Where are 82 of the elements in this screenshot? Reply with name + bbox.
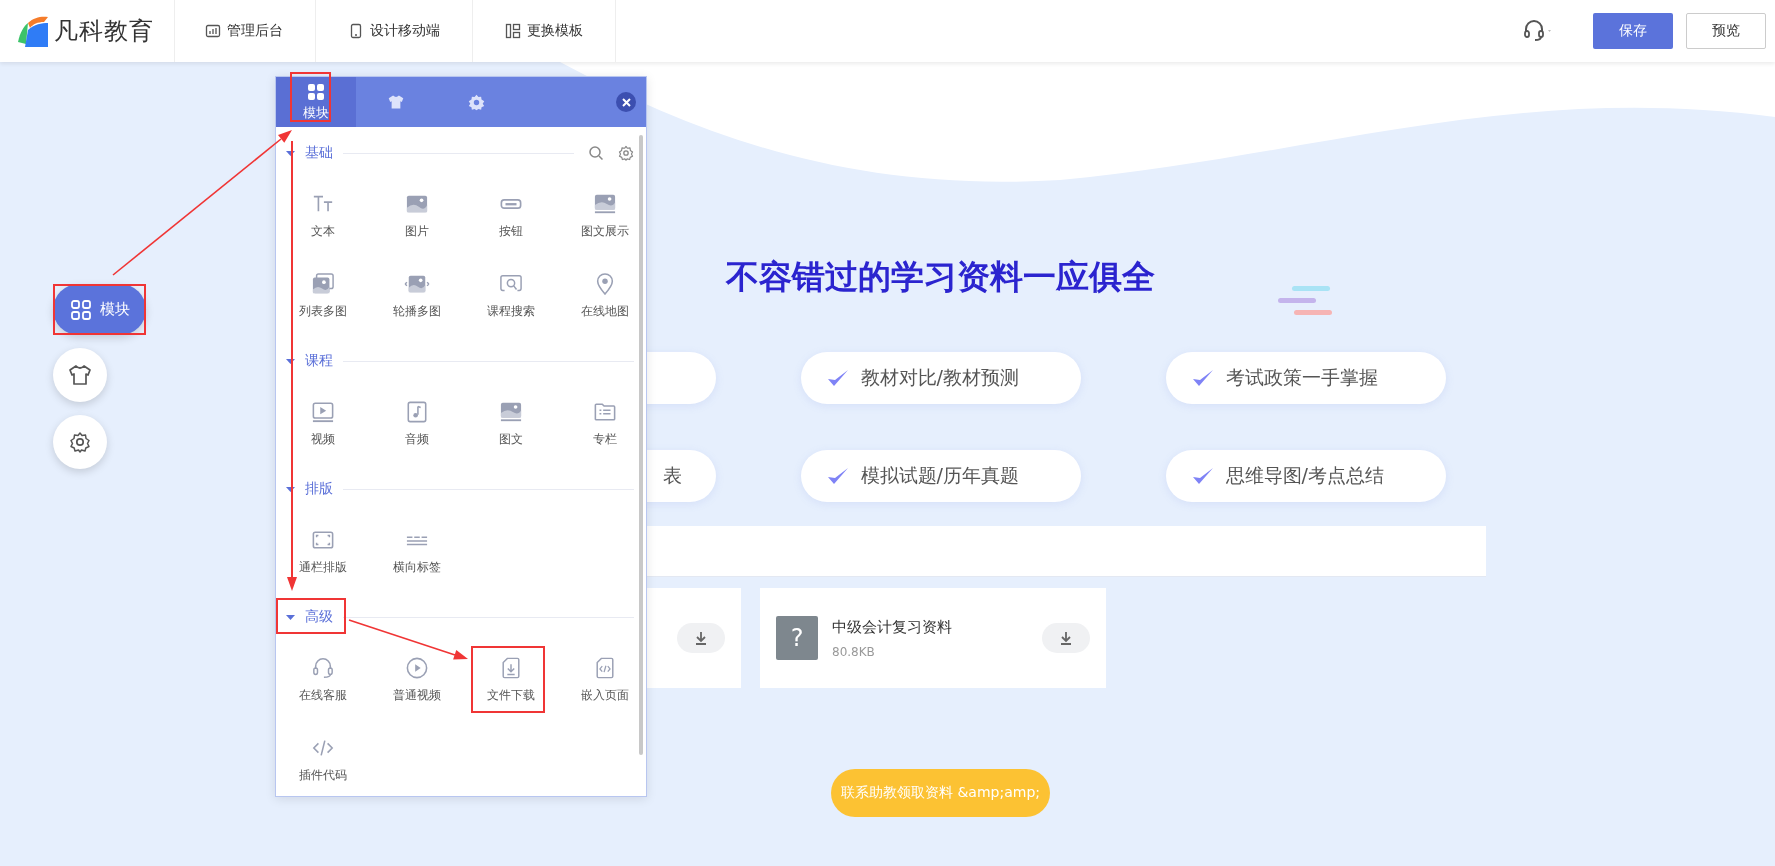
decorative-lines-icon bbox=[1278, 286, 1332, 316]
close-button[interactable] bbox=[616, 92, 636, 112]
feature-text: 考试政策一手掌握 bbox=[1225, 365, 1378, 390]
panel-tab[interactable]: 模块 bbox=[276, 77, 356, 127]
feature-text: 表 bbox=[662, 463, 682, 488]
image-text-icon bbox=[500, 401, 522, 423]
download-button[interactable] bbox=[677, 623, 725, 653]
download-button[interactable] bbox=[1042, 623, 1090, 653]
section-toggle[interactable]: 课程 bbox=[286, 352, 333, 370]
module-item[interactable]: 课程搜索 bbox=[464, 253, 558, 333]
preview-button[interactable]: 预览 bbox=[1686, 13, 1766, 49]
grid-icon bbox=[307, 82, 325, 101]
close-icon bbox=[621, 97, 631, 107]
image-icon bbox=[406, 193, 428, 215]
scrollbar[interactable] bbox=[639, 135, 643, 755]
music-note-icon bbox=[406, 401, 428, 423]
section-toggle[interactable]: 基础 bbox=[286, 144, 333, 162]
headset-icon bbox=[312, 657, 334, 679]
module-item[interactable]: 图片 bbox=[370, 173, 464, 253]
module-item[interactable]: 音频 bbox=[370, 381, 464, 461]
module-item[interactable]: 专栏 bbox=[558, 381, 646, 461]
feature-text: 思维导图/考点总结 bbox=[1225, 463, 1384, 488]
module-item[interactable]: 通栏排版 bbox=[276, 509, 370, 589]
logo-icon bbox=[16, 14, 50, 48]
grid-icon bbox=[69, 298, 92, 321]
section-title: 不容错过的学习资料一应俱全 bbox=[726, 256, 1155, 298]
module-item[interactable]: 插件代码 bbox=[276, 717, 370, 796]
caret-icon bbox=[286, 148, 295, 158]
feature-text: 教材对比/教材预测 bbox=[860, 365, 1019, 390]
dock-button[interactable] bbox=[53, 415, 107, 469]
image-text-icon bbox=[594, 193, 616, 215]
file-name: 中级会计复习资料 bbox=[832, 617, 953, 637]
section-toggle[interactable]: 高级 bbox=[286, 608, 333, 626]
carousel-icon bbox=[402, 273, 432, 295]
chart-icon bbox=[205, 23, 221, 39]
dock-button[interactable] bbox=[53, 348, 107, 402]
location-pin-icon bbox=[594, 273, 616, 295]
gallery-icon bbox=[312, 273, 334, 295]
module-item[interactable]: 文本 bbox=[276, 173, 370, 253]
module-item[interactable]: 轮播多图 bbox=[370, 253, 464, 333]
shirt-icon bbox=[68, 364, 92, 386]
section-toggle[interactable]: 排版 bbox=[286, 480, 333, 498]
caret-icon bbox=[286, 612, 295, 622]
download-icon bbox=[1058, 630, 1074, 646]
frame-icon bbox=[312, 529, 334, 551]
module-item[interactable]: 在线地图 bbox=[558, 253, 646, 333]
highlight-box bbox=[276, 598, 346, 634]
module-item[interactable]: 视频 bbox=[276, 381, 370, 461]
caret-icon bbox=[286, 484, 295, 494]
module-item[interactable]: 按钮 bbox=[464, 173, 558, 253]
play-icon bbox=[406, 657, 428, 679]
shirt-icon bbox=[387, 94, 405, 110]
module-item[interactable]: 在线客服 bbox=[276, 637, 370, 717]
support-button[interactable] bbox=[1523, 19, 1553, 43]
module-item[interactable]: 列表多图 bbox=[276, 253, 370, 333]
save-button[interactable]: 保存 bbox=[1593, 13, 1673, 49]
module-item[interactable]: 横向标签 bbox=[370, 509, 464, 589]
module-item[interactable]: 普通视频 bbox=[370, 637, 464, 717]
module-item[interactable]: 文件下载 bbox=[464, 637, 558, 717]
file-size: 80.8KB bbox=[832, 644, 876, 659]
layout-icon bbox=[505, 23, 521, 39]
settings-icon bbox=[467, 93, 485, 111]
download-icon bbox=[693, 630, 709, 646]
nav-link[interactable]: 更换模板 bbox=[473, 0, 616, 62]
caret-icon bbox=[286, 356, 295, 366]
search-icon[interactable] bbox=[588, 145, 604, 161]
headset-icon bbox=[1523, 19, 1553, 43]
nav-link[interactable]: 管理后台 bbox=[175, 0, 316, 62]
logo-text: 凡科教育 bbox=[54, 16, 154, 47]
file-download-icon bbox=[500, 657, 522, 679]
nav-link[interactable]: 设计移动端 bbox=[316, 0, 473, 62]
file-type-icon: ? bbox=[776, 616, 818, 660]
settings-icon[interactable] bbox=[618, 145, 634, 161]
module-item[interactable]: 嵌入页面 bbox=[558, 637, 646, 717]
highlight-box bbox=[290, 72, 331, 122]
settings-icon bbox=[69, 431, 91, 453]
folder-list-icon bbox=[594, 401, 616, 423]
feature-text: 模拟试题/历年真题 bbox=[860, 463, 1019, 488]
code-file-icon bbox=[594, 657, 616, 679]
module-item[interactable]: 图文 bbox=[464, 381, 558, 461]
phone-icon bbox=[348, 23, 364, 39]
video-icon bbox=[312, 401, 334, 423]
